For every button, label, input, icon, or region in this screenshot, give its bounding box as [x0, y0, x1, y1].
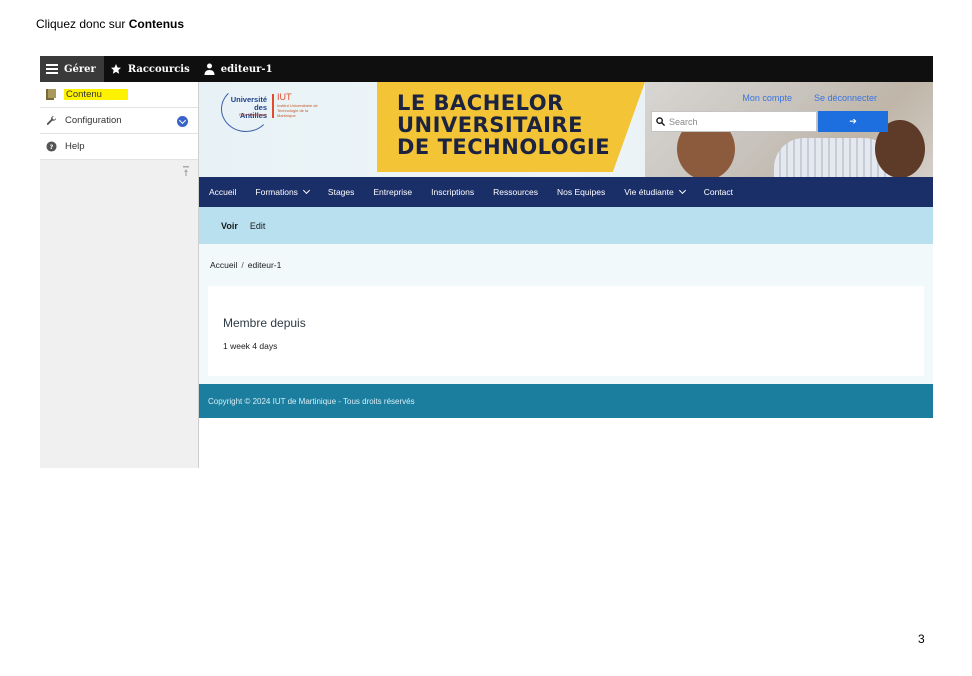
- pin-icon[interactable]: [183, 166, 189, 176]
- main-content: Accueil / editeur-1 Membre depuis 1 week 4…: [199, 244, 933, 384]
- breadcrumb-home[interactable]: Accueil: [210, 260, 237, 270]
- banner-headline: LE BACHELOR UNIVERSITAIRE DE TECHNOLOGIE: [397, 91, 611, 159]
- sidebar-item-content-label: Contenu: [64, 89, 128, 100]
- nav-item-stages[interactable]: Stages: [328, 187, 354, 197]
- account-links: Mon compte Se déconnecter: [720, 93, 877, 103]
- university-logo[interactable]: Université des Antilles Pôle Martinique I…: [221, 86, 327, 134]
- chevron-down-icon[interactable]: [177, 116, 188, 127]
- help-icon: ?: [46, 141, 57, 152]
- admin-sidebar: Contenu Configuration ? Help: [40, 82, 199, 468]
- nav-item-ressources[interactable]: Ressources: [493, 187, 538, 197]
- user-button[interactable]: editeur-1: [198, 56, 281, 82]
- user-label: editeur-1: [220, 63, 273, 75]
- wrench-icon: [46, 115, 57, 125]
- sidebar-item-help-label: Help: [65, 141, 85, 152]
- nav-item-accueil[interactable]: Accueil: [209, 187, 236, 197]
- menu-icon: [46, 64, 58, 74]
- nav-item-formations[interactable]: Formations: [255, 186, 310, 197]
- logout-link[interactable]: Se déconnecter: [814, 93, 877, 103]
- svg-text:?: ?: [50, 143, 54, 151]
- nav-item-entreprise[interactable]: Entreprise: [373, 187, 412, 197]
- manage-button[interactable]: Gérer: [40, 56, 104, 82]
- admin-toolbar: Gérer Raccourcis editeur-1: [40, 56, 933, 82]
- chevron-down-icon: [678, 186, 686, 195]
- chevron-down-icon: [302, 186, 310, 195]
- breadcrumb-current: editeur-1: [247, 260, 282, 270]
- user-icon: [204, 63, 215, 75]
- search-input[interactable]: Search: [651, 111, 817, 132]
- instruction-target: Contenus: [128, 17, 185, 31]
- sidebar-item-configuration[interactable]: Configuration: [40, 108, 198, 134]
- manage-label: Gérer: [64, 63, 96, 75]
- sidebar-item-configuration-label: Configuration: [65, 115, 122, 126]
- my-account-link[interactable]: Mon compte: [742, 93, 792, 103]
- nav-item-contact[interactable]: Contact: [704, 187, 733, 197]
- website: Université des Antilles Pôle Martinique I…: [199, 82, 933, 418]
- content-icon: [46, 89, 56, 100]
- sidebar-item-content[interactable]: Contenu: [40, 82, 198, 108]
- search-icon: [656, 117, 665, 126]
- search-placeholder: Search: [669, 116, 698, 127]
- search-button[interactable]: ➔: [818, 111, 888, 132]
- sidebar-item-help[interactable]: ? Help: [40, 134, 198, 160]
- member-since-value: 1 week 4 days: [223, 341, 278, 351]
- tab-edit[interactable]: Edit: [250, 221, 266, 231]
- screenshot: Gérer Raccourcis editeur-1 Contenu Confi…: [40, 56, 933, 468]
- breadcrumb: Accueil / editeur-1: [210, 260, 282, 270]
- nav-item-nos-equipes[interactable]: Nos Equipes: [557, 187, 605, 197]
- site-banner: Université des Antilles Pôle Martinique I…: [199, 82, 933, 177]
- shortcuts-label: Raccourcis: [127, 63, 190, 75]
- nav-item-vie-tudiante[interactable]: Vie étudiante: [624, 186, 686, 197]
- tab-view[interactable]: Voir: [221, 221, 238, 231]
- instruction-text: Cliquez donc sur Contenus: [36, 17, 185, 31]
- member-since-label: Membre depuis: [223, 316, 306, 330]
- shortcuts-button[interactable]: Raccourcis: [104, 56, 198, 82]
- page-number: 3: [918, 632, 925, 646]
- member-card: Membre depuis 1 week 4 days: [208, 286, 924, 376]
- site-footer: Copyright © 2024 IUT de Martinique - Tou…: [199, 384, 933, 418]
- nav-item-inscriptions[interactable]: Inscriptions: [431, 187, 474, 197]
- page-tabs: Voir Edit: [199, 207, 933, 244]
- main-navigation: Accueil Formations Stages Entreprise Inscrip…: [199, 177, 933, 207]
- star-icon: [110, 64, 121, 74]
